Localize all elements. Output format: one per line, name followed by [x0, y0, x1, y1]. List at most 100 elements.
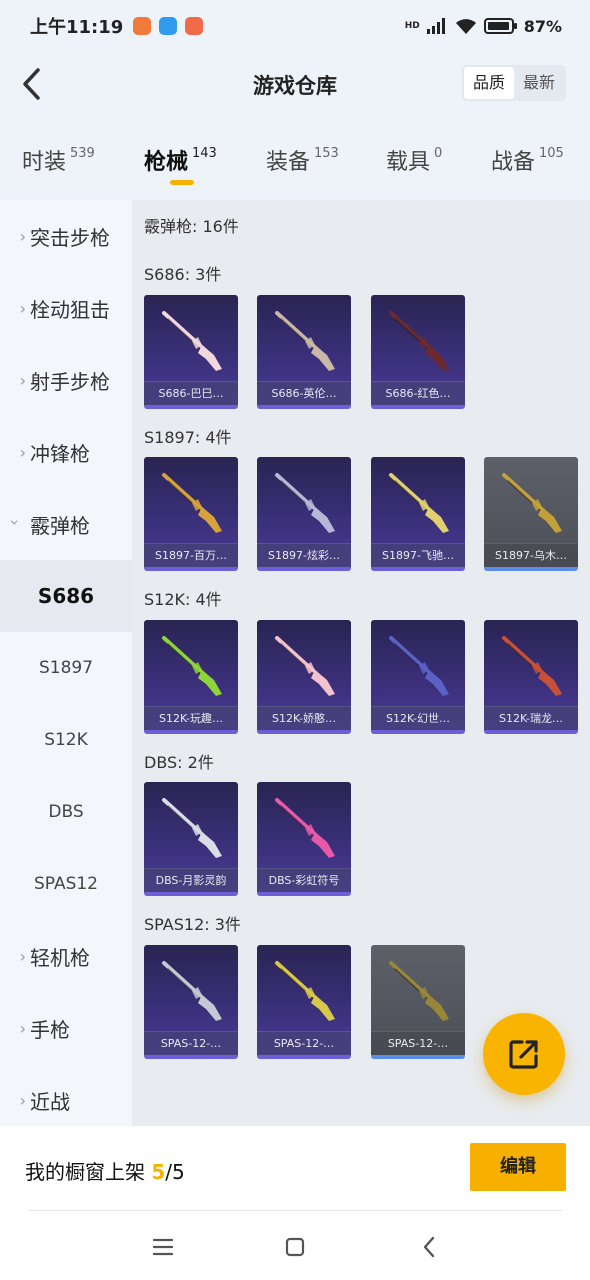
weapon-skin-name: S1897-炫彩… [257, 543, 351, 567]
sort-latest-button[interactable]: 最新 [514, 67, 564, 99]
sidebar-item-marksman-rifle[interactable]: › 射手步枪 [0, 344, 132, 416]
sidebar-item-label: 近战 [30, 1089, 70, 1114]
weapon-skin-card[interactable]: S1897-炫彩… [257, 457, 351, 571]
sidebar-item-label: S1897 [38, 658, 94, 678]
tab-vehicles[interactable]: 载具 0 [386, 144, 442, 176]
weapon-grid-panel[interactable]: 霰弹枪: 16件 S686: 3件 S686-巴巳… S686-英伦… S686… [132, 200, 590, 1126]
sidebar-item-label: DBS [48, 802, 84, 822]
weapon-skin-card[interactable]: SPAS-12-… [257, 945, 351, 1059]
weapon-skin-name: S686-巴巳… [144, 381, 238, 405]
sidebar-item-lmg[interactable]: › 轻机枪 [0, 920, 132, 992]
sidebar-item-bolt-sniper[interactable]: › 栓动狙击 [0, 272, 132, 344]
tab-firearms[interactable]: 枪械 143 [144, 144, 217, 176]
wifi-icon [455, 19, 476, 34]
app-header: 游戏仓库 品质 最新 [0, 56, 590, 112]
sidebar-item-label: 冲锋枪 [30, 441, 90, 466]
shotgun-icon [275, 636, 335, 696]
sidebar-item-label: S686 [37, 584, 95, 608]
weapon-skin-card[interactable]: S1897-百万… [144, 457, 238, 571]
weapon-category-sidebar: › 突击步枪 › 栓动狙击 › 射手步枪 › 冲锋枪 › 霰弹枪 S686 S1897 S… [0, 200, 132, 1126]
weapon-skin-name: S1897-百万… [144, 543, 238, 567]
weapon-skin-card[interactable]: S686-英伦… [257, 295, 351, 409]
showcase-title: 我的橱窗上架 [25, 1160, 145, 1184]
nav-menu-button[interactable] [146, 1230, 180, 1264]
sort-quality-button[interactable]: 品质 [464, 67, 514, 99]
sidebar-item-label: 霰弹枪 [30, 513, 90, 538]
nav-home-button[interactable] [278, 1230, 312, 1264]
tab-fashion[interactable]: 时装 539 [22, 144, 95, 176]
status-bar: 上午11:19 HD 87% [0, 0, 590, 52]
sidebar-item-smg[interactable]: › 冲锋枪 [0, 416, 132, 488]
weapon-skin-card[interactable]: S12K-幻世… [371, 620, 465, 734]
sort-toggle: 品质 最新 [462, 65, 566, 101]
back-chevron-icon [423, 1236, 435, 1258]
weapon-skin-name: SPAS-12-… [371, 1031, 465, 1055]
weapon-skin-name: DBS-月影灵韵 [144, 868, 238, 892]
chevron-right-icon: › [19, 946, 26, 966]
tab-count: 105 [539, 146, 564, 161]
sidebar-item-label: 手枪 [30, 1017, 70, 1042]
battery-icon [483, 18, 517, 34]
tab-count: 153 [314, 146, 339, 161]
edit-button[interactable]: 编辑 [470, 1143, 566, 1191]
chevron-right-icon: › [19, 226, 26, 246]
sidebar-item-label: 射手步枪 [30, 369, 110, 394]
weapon-skin-name: S12K-幻世… [371, 706, 465, 730]
group-heading: S686: 3件 [144, 265, 222, 284]
category-heading: 霰弹枪: 16件 [144, 217, 239, 236]
weapon-skin-card[interactable]: SPAS-12-… [371, 945, 465, 1059]
sidebar-item-pistol[interactable]: › 手枪 [0, 992, 132, 1064]
sidebar-item-assault-rifle[interactable]: › 突击步枪 [0, 200, 132, 272]
sidebar-item-label: S12K [44, 730, 88, 750]
app-notification-icon [159, 17, 178, 35]
showcase-count: 5 [151, 1160, 166, 1184]
sidebar-item-spas12[interactable]: SPAS12 [0, 848, 132, 920]
shotgun-icon [162, 798, 222, 858]
active-tab-indicator [170, 180, 194, 185]
nav-back-button[interactable] [412, 1230, 446, 1264]
weapon-skin-card[interactable]: S686-巴巳… [144, 295, 238, 409]
weapon-skin-card[interactable]: S12K-娇憨… [257, 620, 351, 734]
sidebar-item-s12k[interactable]: S12K [0, 704, 132, 776]
weapon-skin-card[interactable]: S12K-玩趣… [144, 620, 238, 734]
signal-icon [426, 18, 445, 34]
tab-label: 时装 [22, 150, 67, 175]
divider [28, 1210, 562, 1211]
sidebar-item-shotgun[interactable]: › 霰弹枪 [0, 488, 132, 560]
group-heading: DBS: 2件 [144, 753, 214, 772]
tab-count: 0 [434, 146, 443, 161]
shotgun-icon [275, 961, 335, 1021]
sidebar-item-label: 栓动狙击 [30, 297, 110, 322]
weapon-skin-card[interactable]: SPAS-12-… [144, 945, 238, 1059]
shotgun-icon [389, 311, 449, 371]
shotgun-icon [502, 636, 562, 696]
chevron-down-icon: › [5, 518, 25, 526]
sidebar-item-dbs[interactable]: DBS [0, 776, 132, 848]
weapon-skin-name: S1897-乌木… [484, 543, 578, 567]
weapon-skin-card[interactable]: S1897-飞驰… [371, 457, 465, 571]
weapon-skin-name: S686-红色… [371, 381, 465, 405]
share-fab-button[interactable] [483, 1013, 565, 1095]
weapon-skin-card[interactable]: S12K-瑞龙… [484, 620, 578, 734]
shotgun-icon [275, 473, 335, 533]
tab-equipment[interactable]: 装备 153 [266, 144, 339, 176]
shotgun-icon [162, 473, 222, 533]
tab-label: 枪械 [144, 150, 189, 175]
tab-label: 战备 [491, 150, 536, 175]
shotgun-icon [162, 311, 222, 371]
chevron-right-icon: › [19, 298, 26, 318]
shotgun-icon [275, 311, 335, 371]
weapon-skin-card[interactable]: S686-红色… [371, 295, 465, 409]
sidebar-item-s1897[interactable]: S1897 [0, 632, 132, 704]
sidebar-item-s686[interactable]: S686 [0, 560, 132, 632]
shotgun-icon [389, 636, 449, 696]
showcase-total: /5 [165, 1160, 185, 1184]
weapon-skin-card[interactable]: DBS-月影灵韵 [144, 782, 238, 896]
tab-supplies[interactable]: 战备 105 [491, 144, 564, 176]
app-notification-icon [133, 17, 152, 35]
chevron-right-icon: › [19, 1090, 26, 1110]
showcase-bar: 我的橱窗上架 5/5 编辑 [0, 1126, 590, 1212]
weapon-skin-card[interactable]: DBS-彩虹符号 [257, 782, 351, 896]
weapon-skin-card[interactable]: S1897-乌木… [484, 457, 578, 571]
weapon-skin-name: DBS-彩虹符号 [257, 868, 351, 892]
